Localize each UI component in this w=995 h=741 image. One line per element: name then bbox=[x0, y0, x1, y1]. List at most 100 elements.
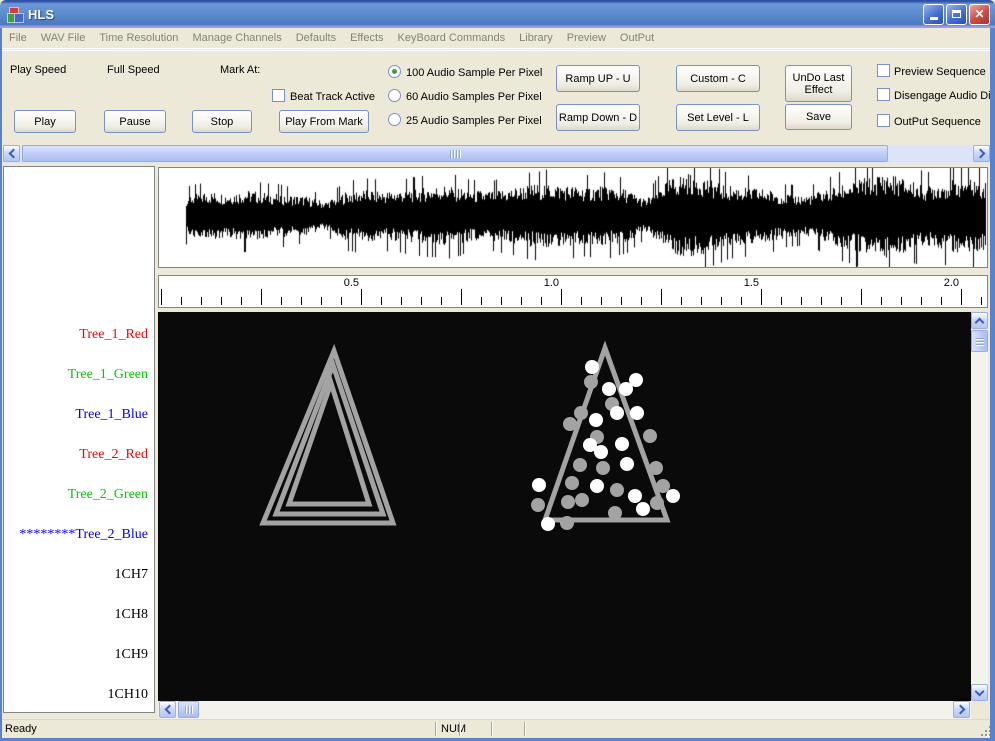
channel-label[interactable]: ********Tree_2_Blue bbox=[19, 527, 148, 543]
ruler-tick bbox=[221, 297, 222, 305]
channel-label[interactable]: 1CH10 bbox=[108, 687, 148, 703]
preview-sequence-checkbox[interactable] bbox=[877, 64, 890, 77]
canvas-scroll-down-button[interactable] bbox=[971, 684, 988, 701]
radio-60-samples-per-pixel[interactable] bbox=[388, 89, 401, 102]
ruler-tick bbox=[741, 297, 742, 305]
output-sequence-checkbox[interactable] bbox=[877, 114, 890, 127]
play-from-mark-button[interactable]: Play From Mark bbox=[279, 110, 369, 133]
menu-item-effects[interactable]: Effects bbox=[343, 29, 390, 47]
resize-grip[interactable] bbox=[981, 726, 983, 728]
ruler-time-label: 2.0 bbox=[943, 277, 959, 289]
ruler-tick bbox=[401, 297, 402, 305]
menu-item-keyboard-commands[interactable]: KeyBoard Commands bbox=[391, 29, 513, 47]
undo-last-effect-button[interactable]: UnDo Last Effect bbox=[785, 65, 852, 102]
ruler-tick bbox=[421, 297, 422, 305]
menu-item-library[interactable]: Library bbox=[512, 29, 560, 47]
ruler-tick bbox=[281, 297, 282, 305]
tree-light-dot bbox=[615, 437, 629, 451]
ramp-down-button[interactable]: Ramp Down - D bbox=[556, 104, 640, 131]
ruler-tick bbox=[521, 297, 522, 305]
waveform-panel[interactable] bbox=[158, 167, 988, 268]
menu-item-defaults[interactable]: Defaults bbox=[289, 29, 343, 47]
menu-item-wav-file[interactable]: WAV File bbox=[34, 29, 93, 47]
channel-label[interactable]: Tree_1_Blue bbox=[75, 407, 148, 423]
ruler-tick bbox=[661, 289, 662, 305]
menu-item-file[interactable]: File bbox=[2, 29, 34, 47]
tree-light-dot bbox=[636, 502, 650, 516]
waveform-canvas[interactable] bbox=[159, 168, 987, 267]
ruler-tick bbox=[981, 297, 982, 305]
channel-label[interactable]: Tree_2_Red bbox=[79, 447, 148, 463]
radio-100-samples-per-pixel[interactable] bbox=[388, 65, 401, 78]
menu-item-output[interactable]: OutPut bbox=[613, 29, 661, 47]
custom-button[interactable]: Custom - C bbox=[676, 65, 760, 92]
channel-label[interactable]: 1CH9 bbox=[115, 647, 148, 663]
minimize-button[interactable] bbox=[923, 3, 944, 25]
canvas-hscroll-thumb[interactable] bbox=[178, 701, 199, 718]
radio-25-samples-per-pixel[interactable] bbox=[388, 113, 401, 126]
ruler-tick bbox=[721, 297, 722, 305]
play-button[interactable]: Play bbox=[14, 110, 76, 133]
radio-25-samples-label: 25 Audio Samples Per Pixel bbox=[406, 115, 542, 127]
ruler-tick bbox=[901, 297, 902, 305]
tree-light-dot bbox=[608, 506, 622, 520]
top-scroll-left-button[interactable] bbox=[3, 145, 20, 162]
channel-label[interactable]: 1CH8 bbox=[115, 607, 148, 623]
tree-light-dot bbox=[610, 483, 624, 497]
app-window: HLS ✕ File WAV File Time Resolution Manage … bbox=[0, 0, 995, 741]
tree-light-dot bbox=[574, 406, 588, 420]
ruler-tick bbox=[821, 297, 822, 305]
app-icon bbox=[7, 6, 24, 23]
canvas-scroll-up-button[interactable] bbox=[971, 312, 988, 329]
tree-light-dot bbox=[610, 406, 624, 420]
ruler-tick bbox=[321, 297, 322, 305]
disengage-audio-checkbox[interactable] bbox=[877, 88, 890, 101]
channel-label[interactable]: 1CH7 bbox=[115, 567, 148, 583]
top-scrollbar-thumb[interactable] bbox=[22, 145, 888, 162]
pause-button[interactable]: Pause bbox=[104, 110, 166, 133]
tree-light-dot bbox=[565, 476, 579, 490]
menu-item-time-resolution[interactable]: Time Resolution bbox=[92, 29, 185, 47]
close-button[interactable]: ✕ bbox=[969, 3, 990, 25]
tree-light-dot bbox=[561, 495, 575, 509]
timeline-ruler: 0.5 1.0 1.5 2.0 bbox=[158, 275, 988, 308]
canvas-vertical-scrollbar[interactable] bbox=[971, 312, 988, 701]
top-scrollbar[interactable] bbox=[3, 145, 990, 163]
channel-label[interactable]: Tree_1_Red bbox=[79, 327, 148, 343]
top-scroll-right-button[interactable] bbox=[973, 145, 990, 162]
menu-bar: File WAV File Time Resolution Manage Channe… bbox=[0, 28, 990, 49]
ruler-tick bbox=[681, 297, 682, 305]
canvas-scroll-left-button[interactable] bbox=[159, 701, 176, 718]
status-bar: Ready NUM bbox=[0, 719, 995, 738]
menu-item-manage-channels[interactable]: Manage Channels bbox=[185, 29, 288, 47]
tree-light-dot bbox=[541, 517, 555, 531]
tree-light-dot bbox=[596, 461, 610, 475]
ruler-tick bbox=[581, 297, 582, 305]
set-level-button[interactable]: Set Level - L bbox=[676, 104, 760, 131]
menu-item-preview[interactable]: Preview bbox=[560, 29, 613, 47]
channel-list: Tree_1_Red Tree_1_Green Tree_1_Blue Tree_2_… bbox=[3, 166, 155, 713]
play-speed-label: Play Speed bbox=[10, 64, 67, 76]
channel-label[interactable]: Tree_2_Green bbox=[68, 487, 148, 503]
canvas-vscroll-thumb[interactable] bbox=[971, 330, 988, 352]
canvas-horizontal-scrollbar[interactable] bbox=[158, 701, 971, 719]
sequence-canvas[interactable] bbox=[158, 312, 971, 701]
tree-light-dot bbox=[594, 445, 608, 459]
ruler-tick bbox=[501, 297, 502, 305]
channel-label[interactable]: Tree_1_Green bbox=[68, 367, 148, 383]
maximize-button[interactable] bbox=[946, 3, 967, 25]
tree-light-dot bbox=[650, 496, 664, 510]
beat-track-checkbox[interactable] bbox=[272, 89, 285, 102]
tree-light-dot bbox=[575, 493, 589, 507]
stop-button[interactable]: Stop bbox=[192, 110, 252, 133]
preview-sequence-label: Preview Sequence bbox=[894, 66, 986, 78]
save-button[interactable]: Save bbox=[785, 104, 852, 130]
radio-60-samples-label: 60 Audio Samples Per Pixel bbox=[406, 91, 542, 103]
canvas-scroll-right-button[interactable] bbox=[953, 701, 970, 718]
tree-light-dot bbox=[629, 373, 643, 387]
ruler-tick bbox=[961, 289, 962, 305]
ramp-up-button[interactable]: Ramp UP - U bbox=[556, 65, 640, 92]
tree-light-dot bbox=[666, 489, 680, 503]
ruler-tick bbox=[201, 297, 202, 305]
tree-light-dot bbox=[630, 406, 644, 420]
